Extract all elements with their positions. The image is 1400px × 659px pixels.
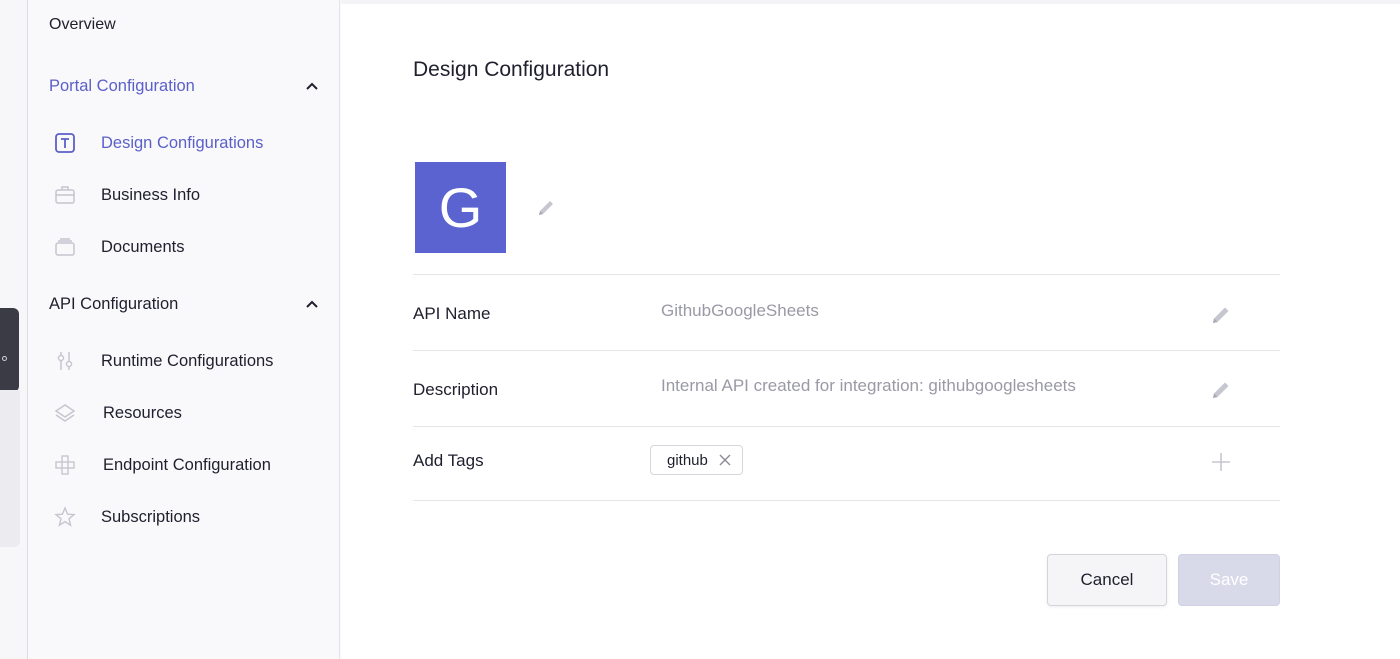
sidebar-item-documents[interactable]: Documents	[53, 234, 184, 260]
chevron-up-icon	[306, 82, 318, 90]
section-label: API Configuration	[49, 294, 179, 313]
api-avatar: G	[415, 162, 506, 253]
sidebar-item-label: Business Info	[101, 185, 201, 204]
sidebar-item-label: Documents	[101, 237, 185, 256]
sliders-icon	[53, 349, 77, 373]
cancel-button[interactable]: Cancel	[1047, 554, 1167, 606]
collapsed-panel-tab[interactable]	[0, 308, 19, 392]
section-api-configuration[interactable]: API Configuration	[49, 292, 319, 316]
chevron-up-icon	[306, 300, 318, 308]
sidebar-item-label: Subscriptions	[101, 507, 201, 526]
sidebar: Overview Portal Configuration Design Con…	[29, 0, 340, 659]
sidebar-item-label: Resources	[103, 403, 182, 422]
api-name-value: GithubGoogleSheets	[661, 301, 819, 320]
left-edge-strip	[0, 0, 28, 659]
add-tags-label: Add Tags	[413, 451, 484, 470]
divider	[413, 274, 1280, 275]
page-title: Design Configuration	[413, 58, 610, 81]
description-label: Description	[413, 380, 499, 399]
avatar-letter: G	[438, 176, 483, 239]
endpoint-icon	[53, 453, 77, 477]
main-content: Design Configuration G API Name GithubGo…	[341, 0, 1400, 659]
top-divider	[341, 0, 1400, 4]
description-value: Internal API created for integration: gi…	[661, 376, 1076, 395]
close-icon[interactable]	[718, 453, 732, 467]
save-button[interactable]: Save	[1178, 554, 1280, 606]
sidebar-item-label: Design Configurations	[101, 133, 264, 152]
handle-icon	[2, 356, 7, 361]
sidebar-item-overview[interactable]: Overview	[49, 16, 116, 34]
edit-description-icon[interactable]	[1209, 378, 1233, 402]
tag-label: github	[667, 451, 708, 469]
divider	[413, 350, 1280, 351]
sidebar-item-design-configurations[interactable]: Design Configurations	[53, 130, 263, 156]
collapsed-panel-body	[0, 390, 20, 547]
sidebar-item-resources[interactable]: Resources	[53, 400, 182, 426]
divider	[413, 500, 1280, 501]
sidebar-item-subscriptions[interactable]: Subscriptions	[53, 504, 200, 530]
briefcase-icon	[53, 183, 77, 207]
divider	[413, 426, 1280, 427]
api-name-label: API Name	[413, 304, 491, 323]
pencil-icon[interactable]	[535, 197, 557, 219]
sidebar-item-label: Runtime Configurations	[101, 351, 274, 370]
section-label: Portal Configuration	[49, 76, 195, 95]
edit-api-name-icon[interactable]	[1209, 303, 1233, 327]
text-box-icon	[53, 131, 77, 155]
plus-icon[interactable]	[1209, 450, 1233, 474]
sidebar-item-runtime-configurations[interactable]: Runtime Configurations	[53, 348, 273, 374]
sidebar-item-label: Endpoint Configuration	[103, 455, 271, 474]
sidebar-item-endpoint-configuration[interactable]: Endpoint Configuration	[53, 452, 271, 478]
documents-icon	[53, 235, 77, 259]
layers-icon	[53, 401, 77, 425]
star-icon	[53, 505, 77, 529]
section-portal-configuration[interactable]: Portal Configuration	[49, 74, 319, 98]
tag-chip: github	[650, 445, 743, 475]
sidebar-item-business-info[interactable]: Business Info	[53, 182, 200, 208]
